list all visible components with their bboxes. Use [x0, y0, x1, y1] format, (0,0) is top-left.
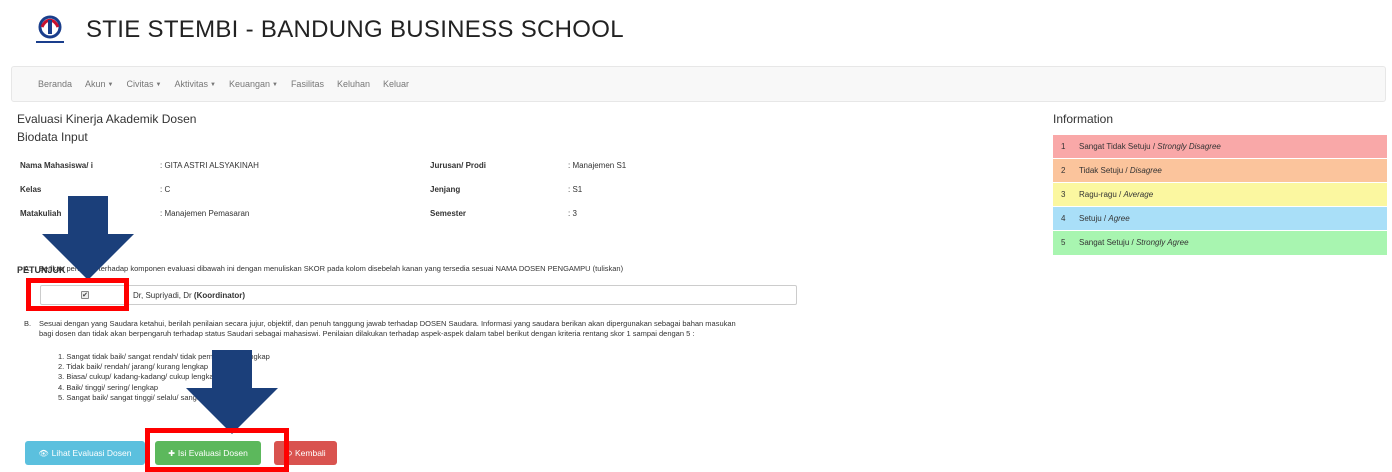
arrow-down-icon [42, 196, 134, 280]
nama-label: Nama Mahasiswa/ i [20, 161, 93, 170]
caret-down-icon: ▼ [155, 81, 162, 88]
semester-label: Semester [430, 209, 467, 218]
jurusan-value: : Manajemen S1 [568, 161, 627, 170]
nav-keuangan[interactable]: Keuangan ▼ [229, 79, 278, 89]
section-title: Biodata Input [17, 130, 88, 144]
instruction-a: A. Berikan penilaian terhadap komponen e… [24, 264, 624, 273]
nav-beranda[interactable]: Beranda [38, 79, 72, 89]
jenjang-label: Jenjang [430, 185, 461, 194]
site-header: STIE STEMBI - BANDUNG BUSINESS SCHOOL [30, 12, 624, 48]
nav-fasilitas[interactable]: Fasilitas [291, 79, 324, 89]
arrow-down-icon [186, 350, 278, 434]
info-row: 4 Setuju / Agree [1053, 206, 1387, 231]
information-title: Information [1053, 112, 1114, 126]
nav-aktivitas[interactable]: Aktivitas ▼ [174, 79, 215, 89]
nav-keluar[interactable]: Keluar [383, 79, 409, 89]
eye-icon: 👁 [38, 448, 49, 458]
nama-value: : GITA ASTRI ALSYAKINAH [160, 161, 259, 170]
site-title: STIE STEMBI - BANDUNG BUSINESS SCHOOL [86, 16, 624, 43]
instruction-b: B. Sesuai dengan yang Saudara ketahui, b… [24, 319, 736, 338]
semester-value: : 3 [568, 209, 577, 218]
kelas-label: Kelas [20, 185, 42, 194]
page-title: Evaluasi Kinerja Akademik Dosen [17, 112, 197, 126]
information-table: 1 Sangat Tidak Setuju / Strongly Disagre… [1053, 134, 1387, 255]
nav-civitas[interactable]: Civitas ▼ [127, 79, 162, 89]
caret-down-icon: ▼ [209, 81, 216, 88]
jurusan-label: Jurusan/ Prodi [430, 161, 487, 170]
caret-down-icon: ▼ [107, 81, 114, 88]
info-row: 1 Sangat Tidak Setuju / Strongly Disagre… [1053, 134, 1387, 159]
info-row: 2 Tidak Setuju / Disagree [1053, 158, 1387, 183]
stembi-logo-icon [36, 15, 64, 43]
matakuliah-value: : Manajemen Pemasaran [160, 209, 250, 218]
info-row: 5 Sangat Setuju / Strongly Agree [1053, 230, 1387, 255]
dosen-row: ✔ Dr, Supriyadi, Dr (Koordinator) [40, 285, 797, 305]
checkbox-highlight [26, 278, 129, 311]
jenjang-value: : S1 [568, 185, 583, 194]
button-highlight [145, 428, 289, 472]
main-navbar: Beranda Akun ▼ Civitas ▼ Aktivitas ▼ Keuang… [11, 66, 1386, 102]
info-row: 3 Ragu-ragu / Average [1053, 182, 1387, 207]
kelas-value: : C [160, 185, 171, 194]
caret-down-icon: ▼ [271, 81, 278, 88]
dosen-name: Dr, Supriyadi, Dr (Koordinator) [133, 291, 246, 300]
lihat-evaluasi-button[interactable]: 👁 Lihat Evaluasi Dosen [25, 441, 145, 465]
nav-akun[interactable]: Akun ▼ [85, 79, 113, 89]
nav-keluhan[interactable]: Keluhan [337, 79, 370, 89]
